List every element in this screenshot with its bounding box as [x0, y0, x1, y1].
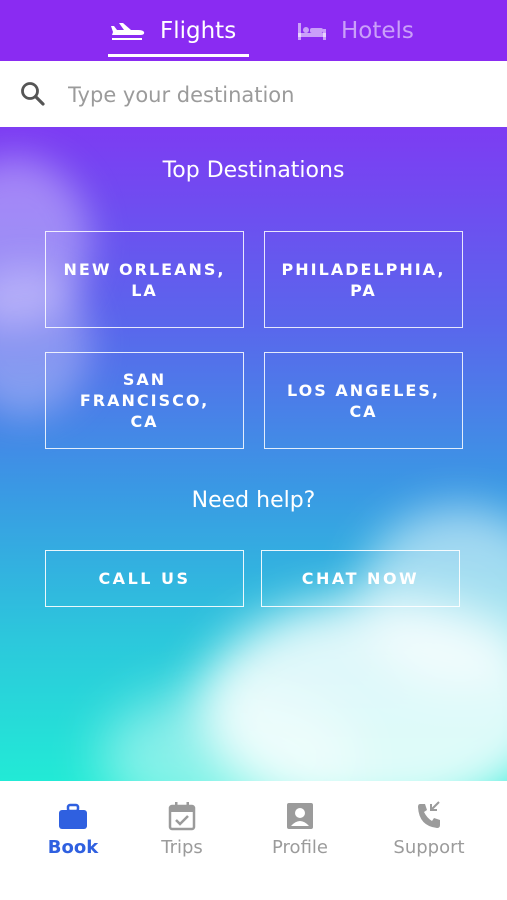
tab-hotels-label: Hotels — [341, 17, 414, 44]
bed-icon — [297, 20, 327, 42]
search-bar — [0, 61, 507, 127]
nav-profile-label: Profile — [272, 837, 328, 858]
active-tab-indicator — [108, 54, 249, 57]
bottom-nav: Book Trips Profile Support — [0, 781, 507, 900]
nav-book-label: Book — [47, 837, 99, 858]
briefcase-icon — [58, 801, 88, 831]
chat-now-button[interactable]: CHAT NOW — [261, 550, 460, 607]
nav-support-label: Support — [393, 837, 465, 858]
plane-icon — [110, 20, 146, 42]
hero-section: Top Destinations NEW ORLEANS, LA PHILADE… — [0, 127, 507, 781]
nav-profile[interactable]: Profile — [245, 795, 355, 858]
phone-icon — [415, 801, 443, 831]
profile-icon — [286, 801, 314, 831]
nav-support[interactable]: Support — [374, 795, 484, 858]
calendar-icon — [168, 801, 196, 831]
destination-san-francisco[interactable]: SAN FRANCISCO, CA — [45, 352, 244, 449]
destination-label: SAN FRANCISCO, CA — [79, 370, 210, 431]
destination-label: PHILADELPHIA, PA — [281, 259, 446, 300]
search-icon[interactable] — [20, 81, 46, 111]
tab-hotels[interactable]: Hotels — [297, 0, 414, 61]
destination-los-angeles[interactable]: LOS ANGELES, CA — [264, 352, 463, 449]
tab-flights-label: Flights — [160, 17, 237, 44]
tab-flights[interactable]: Flights — [110, 0, 236, 61]
need-help-title: Need help? — [191, 488, 316, 513]
destination-label: NEW ORLEANS, LA — [63, 259, 226, 300]
top-tab-bar: Flights Hotels — [0, 0, 507, 61]
top-destinations-title: Top Destinations — [162, 158, 345, 183]
nav-trips-label: Trips — [161, 837, 203, 858]
destination-philadelphia[interactable]: PHILADELPHIA, PA — [264, 231, 463, 328]
nav-trips[interactable]: Trips — [127, 795, 237, 858]
nav-book[interactable]: Book — [18, 795, 128, 858]
destination-search-input[interactable] — [68, 75, 488, 115]
destination-new-orleans[interactable]: NEW ORLEANS, LA — [45, 231, 244, 328]
call-us-button[interactable]: CALL US — [45, 550, 244, 607]
destination-label: LOS ANGELES, CA — [287, 380, 440, 421]
